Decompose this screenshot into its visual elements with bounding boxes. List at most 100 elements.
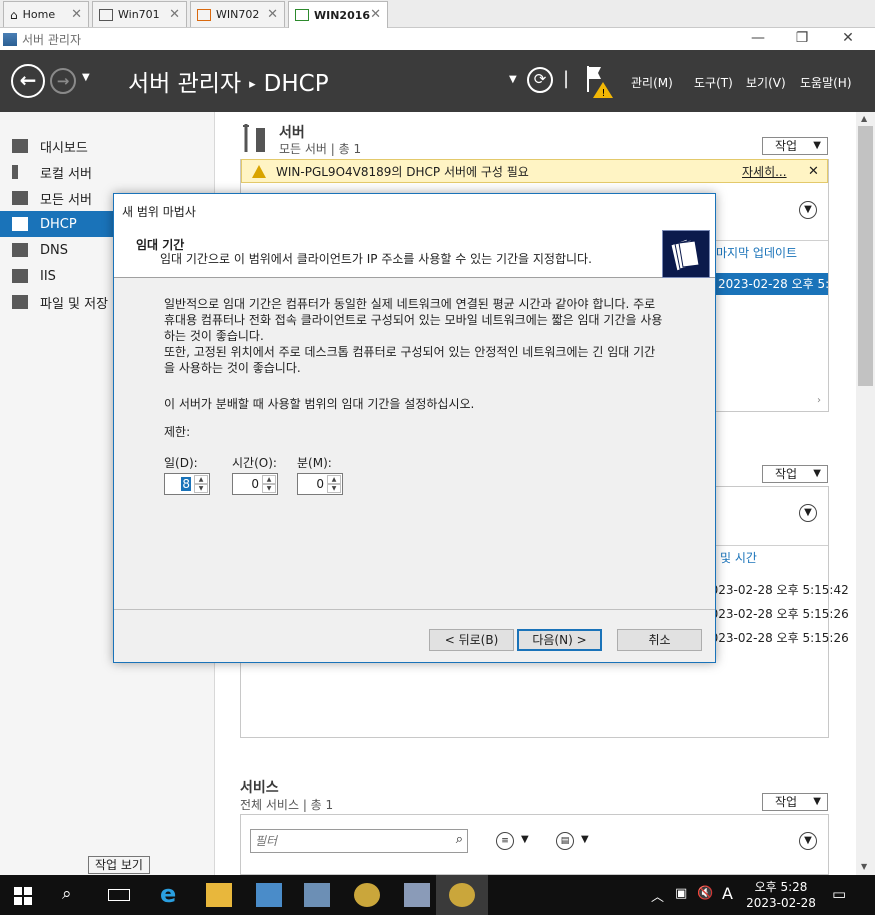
- next-button[interactable]: 다음(N) >: [517, 629, 602, 651]
- spin-down-icon[interactable]: ▼: [194, 484, 208, 493]
- minutes-value[interactable]: 0: [316, 477, 324, 491]
- vm-icon: [295, 9, 309, 21]
- spin-down-icon[interactable]: ▼: [262, 484, 276, 493]
- menu-help[interactable]: 도움말(H): [800, 74, 852, 91]
- nav-item-label: 대시보드: [40, 140, 88, 156]
- menu-manage[interactable]: 관리(M): [631, 74, 673, 91]
- notification-flag-icon[interactable]: !: [585, 64, 615, 100]
- scrollbar-thumb[interactable]: [858, 126, 873, 386]
- internet-explorer-icon[interactable]: e: [160, 880, 176, 908]
- services-task-button[interactable]: 작업: [762, 793, 828, 811]
- maximize-icon[interactable]: ❐: [782, 28, 822, 48]
- dialog-paragraph-2: 또한, 고정된 위치에서 주로 데스크톱 컴퓨터로 구성되어 있는 안정적인 네…: [164, 345, 656, 375]
- minimize-icon[interactable]: —: [738, 28, 778, 48]
- chevron-up-icon[interactable]: ︿: [651, 886, 664, 905]
- dialog-title: 새 범위 마법사: [114, 194, 715, 224]
- clock-time: 오후 5:28: [754, 880, 808, 894]
- dhcp-console-icon[interactable]: [354, 883, 380, 907]
- search-icon[interactable]: ⌕: [456, 832, 463, 847]
- events-task-button[interactable]: 작업: [762, 465, 828, 483]
- tab-label: WIN702: [216, 8, 260, 21]
- dropdown-icon[interactable]: ▼: [521, 834, 529, 845]
- breadcrumb-app[interactable]: 서버 관리자: [128, 71, 241, 97]
- filter-input[interactable]: [255, 833, 443, 849]
- network-app-icon[interactable]: [256, 883, 282, 907]
- dialog-subheading: 임대 기간으로 이 범위에서 클라이언트가 IP 주소를 사용할 수 있는 기간…: [160, 252, 592, 266]
- nav-item-dashboard[interactable]: 대시보드: [0, 133, 215, 159]
- dropdown-icon[interactable]: ▼: [581, 834, 589, 845]
- selected-server-row[interactable]: 2023-02-28 오후 5:27:: [716, 273, 828, 295]
- minutes-label: 분(M):: [297, 456, 332, 470]
- server-manager-taskbar-icon[interactable]: [304, 883, 330, 907]
- network-icon[interactable]: ▣: [675, 886, 687, 901]
- chevron-down-icon[interactable]: ▼: [799, 201, 817, 219]
- servers-tools-icon: [242, 122, 268, 154]
- dhcp-icon: [12, 217, 28, 231]
- nav-item-label: 로컬 서버: [40, 166, 92, 182]
- dns-icon: [12, 243, 28, 257]
- dashboard-icon: [12, 139, 28, 153]
- hours-label: 시간(O):: [232, 456, 277, 470]
- forward-arrow-icon[interactable]: →: [50, 68, 76, 94]
- close-warning-icon[interactable]: ✕: [808, 164, 819, 179]
- active-app-icon[interactable]: [436, 875, 488, 915]
- remote-desktop-icon[interactable]: [404, 883, 430, 907]
- column-header-time[interactable]: 및 시간: [720, 549, 757, 566]
- scroll-right-icon[interactable]: ›: [817, 395, 821, 406]
- details-link[interactable]: 자세히...: [742, 163, 787, 180]
- hours-spinner[interactable]: 0 ▲ ▼: [232, 473, 278, 495]
- scroll-up-icon[interactable]: ▲: [861, 114, 867, 123]
- column-header-last-update[interactable]: 마지막 업데이트: [716, 244, 797, 261]
- scroll-down-icon[interactable]: ▼: [861, 862, 867, 871]
- vertical-scrollbar[interactable]: ▲ ▼: [856, 112, 875, 875]
- chevron-down-icon[interactable]: ▼: [799, 504, 817, 522]
- windows-start-icon[interactable]: [14, 887, 32, 905]
- tab-win2016[interactable]: WIN2016 ✕: [288, 1, 388, 28]
- menu-view[interactable]: 보기(V): [746, 74, 786, 91]
- close-tab-icon[interactable]: ✕: [370, 7, 381, 22]
- history-dropdown-icon[interactable]: ▼: [82, 72, 90, 83]
- ime-indicator[interactable]: A: [722, 884, 733, 903]
- close-tab-icon[interactable]: ✕: [71, 7, 82, 22]
- server-manager-header: ← → ▼ 서버 관리자 ▸ DHCP ▼ ⟳ | ! 관리(M) 도구(T) 보기…: [0, 50, 875, 112]
- dropdown-icon[interactable]: ▼: [509, 74, 517, 85]
- spin-up-icon[interactable]: ▲: [194, 475, 208, 484]
- spin-up-icon[interactable]: ▲: [262, 475, 276, 484]
- spin-up-icon[interactable]: ▲: [327, 475, 341, 484]
- list-options-icon[interactable]: ≡: [496, 832, 514, 850]
- search-icon[interactable]: ⌕: [62, 884, 72, 904]
- filter-box[interactable]: ⌕: [250, 829, 468, 853]
- back-arrow-icon[interactable]: ←: [11, 64, 45, 98]
- chevron-down-icon[interactable]: ▼: [799, 832, 817, 850]
- local-server-icon: [12, 165, 18, 179]
- task-view-icon[interactable]: [108, 889, 130, 901]
- cancel-button[interactable]: 취소: [617, 629, 702, 651]
- volume-icon[interactable]: 🔇: [697, 886, 713, 901]
- servers-task-button[interactable]: 작업: [762, 137, 828, 155]
- save-query-icon[interactable]: ▤: [556, 832, 574, 850]
- nav-item-label: 모든 서버: [40, 192, 92, 208]
- tab-home[interactable]: ⌂ Home ✕: [3, 1, 89, 27]
- breadcrumb-separator: ▸: [249, 77, 256, 92]
- nav-item-local-server[interactable]: 로컬 서버: [0, 159, 215, 185]
- file-explorer-icon[interactable]: [206, 883, 232, 907]
- days-value[interactable]: 8: [181, 477, 191, 491]
- minutes-spinner[interactable]: 0 ▲ ▼: [297, 473, 343, 495]
- dialog-header: 임대 기간 임대 기간으로 이 범위에서 클라이언트가 IP 주소를 사용할 수…: [114, 224, 715, 278]
- tab-win701[interactable]: Win701 ✕: [92, 1, 187, 27]
- task-view-tooltip: 작업 보기: [88, 856, 150, 874]
- hours-value[interactable]: 0: [251, 477, 259, 491]
- tab-win702[interactable]: WIN702 ✕: [190, 1, 285, 27]
- close-icon[interactable]: ✕: [828, 28, 868, 48]
- days-spinner[interactable]: 8 ▲ ▼: [164, 473, 210, 495]
- nav-item-label: DNS: [40, 242, 68, 258]
- notification-center-icon[interactable]: ▭: [832, 885, 846, 903]
- close-tab-icon[interactable]: ✕: [267, 7, 278, 22]
- menu-tools[interactable]: 도구(T): [694, 74, 733, 91]
- refresh-icon[interactable]: ⟳: [527, 67, 553, 93]
- back-button[interactable]: < 뒤로(B): [429, 629, 514, 651]
- spin-down-icon[interactable]: ▼: [327, 484, 341, 493]
- event-time: 2023-02-28 오후 5:15:42: [703, 583, 849, 597]
- close-tab-icon[interactable]: ✕: [169, 7, 180, 22]
- clock[interactable]: 오후 5:28 2023-02-28: [745, 879, 817, 911]
